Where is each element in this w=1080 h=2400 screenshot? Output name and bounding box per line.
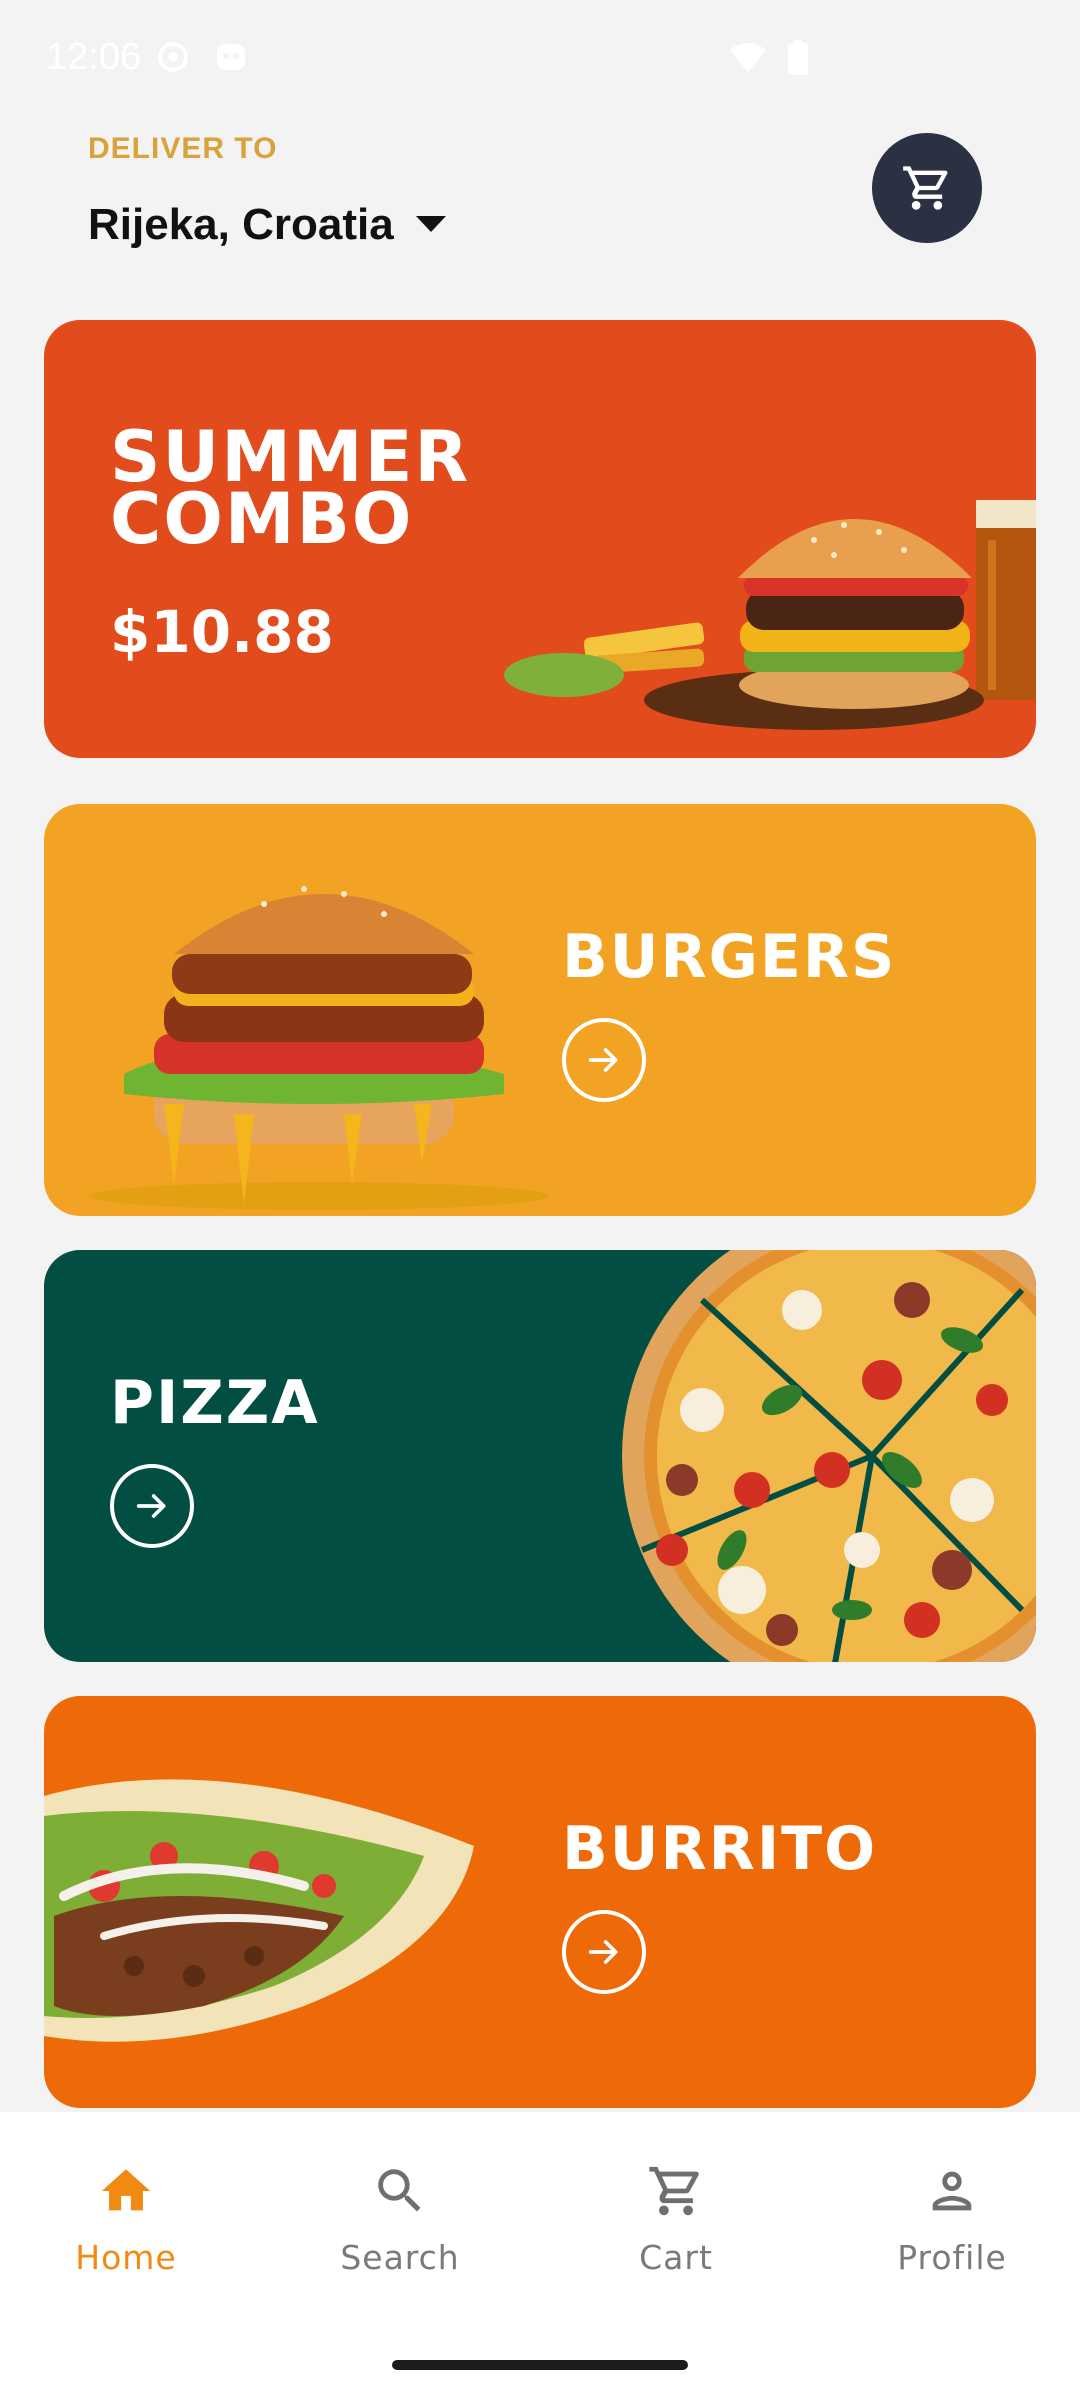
promo-card-summer-combo[interactable]: SUMMER COMBO $10.88 <box>44 320 1036 758</box>
nav-label-cart: Cart <box>639 2238 713 2277</box>
category-title: BURRITO <box>562 1814 878 1884</box>
caret-down-icon <box>415 216 446 232</box>
nav-item-home[interactable]: Home <box>26 2162 226 2277</box>
battery-icon <box>788 40 808 75</box>
burger-combo-image <box>504 500 1036 730</box>
cart-icon <box>649 2166 699 2216</box>
nav-item-profile[interactable]: Profile <box>852 2162 1052 2277</box>
nav-label-profile: Profile <box>897 2238 1007 2277</box>
pizza-image <box>622 1250 1036 1662</box>
category-card-pizza[interactable]: PIZZA <box>44 1250 1036 1662</box>
promo-price: $10.88 <box>110 598 334 666</box>
search-icon <box>378 2169 421 2212</box>
promo-title: SUMMER COMBO <box>110 416 471 560</box>
home-icon <box>101 2169 151 2211</box>
burrito-arrow-button[interactable] <box>562 1910 646 1994</box>
burger-image <box>89 886 549 1210</box>
arrow-right-icon <box>588 1048 618 1072</box>
deliver-to-label: DELIVER TO <box>88 132 278 165</box>
arrow-right-icon <box>588 1940 618 1964</box>
bottom-navigation: Home Search Cart Profile <box>0 2112 1080 2400</box>
nav-item-cart[interactable]: Cart <box>576 2162 776 2277</box>
burrito-image <box>44 1779 474 2042</box>
profile-icon <box>932 2171 972 2211</box>
burgers-arrow-button[interactable] <box>562 1018 646 1102</box>
nav-item-search[interactable]: Search <box>300 2162 500 2277</box>
record-icon <box>158 42 188 72</box>
category-title: PIZZA <box>110 1368 320 1438</box>
location-text: Rijeka, Croatia <box>88 200 394 249</box>
status-bar: 12:06 <box>0 0 1080 120</box>
app-notification-icon <box>217 44 245 70</box>
status-time: 12:06 <box>46 36 142 78</box>
arrow-right-icon <box>136 1494 166 1518</box>
nav-label-home: Home <box>75 2238 177 2277</box>
category-card-burrito[interactable]: BURRITO <box>44 1696 1036 2108</box>
header-cart-button[interactable] <box>872 133 982 243</box>
pizza-arrow-button[interactable] <box>110 1464 194 1548</box>
home-indicator[interactable] <box>392 2360 688 2370</box>
category-card-burgers[interactable]: BURGERS <box>44 804 1036 1216</box>
category-title: BURGERS <box>562 922 897 992</box>
nav-label-search: Search <box>340 2238 460 2277</box>
location-selector[interactable]: Rijeka, Croatia <box>88 200 446 250</box>
cart-icon <box>903 166 948 210</box>
wifi-icon <box>730 43 766 72</box>
